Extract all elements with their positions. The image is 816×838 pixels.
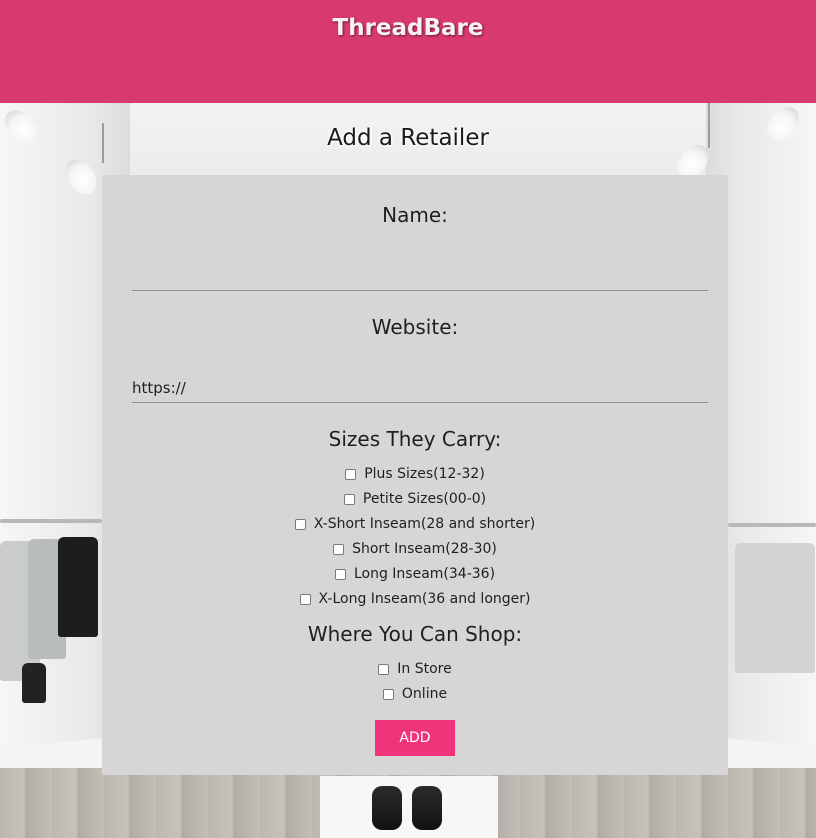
name-input[interactable] [132, 261, 708, 291]
checkbox[interactable] [343, 493, 355, 505]
size-option-plus[interactable]: Plus Sizes(12-32) [102, 464, 728, 484]
website-label: Website: [371, 315, 459, 339]
add-retailer-form: Name: Website: Sizes They Carry: Plus Si… [102, 175, 728, 775]
checkbox[interactable] [378, 663, 390, 675]
hanging-sweater [735, 543, 815, 673]
name-label: Name: [382, 203, 448, 227]
size-option-x-long-inseam[interactable]: X-Long Inseam(36 and longer) [102, 589, 728, 609]
add-button[interactable]: ADD [375, 720, 455, 756]
checkbox-label: X-Long Inseam(36 and longer) [318, 591, 531, 607]
page-title: Add a Retailer [327, 125, 489, 151]
hanging-jacket [58, 537, 98, 637]
checkbox[interactable] [345, 468, 357, 480]
sizes-label: Sizes They Carry: [328, 427, 502, 451]
size-option-x-short-inseam[interactable]: X-Short Inseam(28 and shorter) [102, 514, 728, 534]
hanging-pants [22, 663, 46, 703]
checkbox[interactable] [294, 518, 306, 530]
checkbox[interactable] [382, 688, 394, 700]
checkbox[interactable] [299, 593, 311, 605]
brand-logo-text[interactable]: ThreadBare [0, 15, 816, 41]
shoe-platform [320, 776, 498, 838]
clothing-rail-right [728, 523, 816, 527]
clothing-rail-left [0, 519, 102, 523]
size-option-petite[interactable]: Petite Sizes(00-0) [102, 489, 728, 509]
checkbox-label: Plus Sizes(12-32) [364, 466, 485, 482]
size-option-short-inseam[interactable]: Short Inseam(28-30) [102, 539, 728, 559]
shop-label: Where You Can Shop: [307, 622, 523, 646]
checkbox[interactable] [333, 543, 345, 555]
checkbox[interactable] [334, 568, 346, 580]
checkbox-label: X-Short Inseam(28 and shorter) [313, 516, 536, 532]
shop-option-online[interactable]: Online [102, 684, 728, 704]
checkbox-label: Short Inseam(28-30) [352, 541, 497, 557]
sneaker-icon [412, 786, 442, 830]
shop-option-in-store[interactable]: In Store [102, 659, 728, 679]
checkbox-label: Online [401, 686, 448, 702]
checkbox-label: Long Inseam(34-36) [353, 566, 496, 582]
sneaker-icon [372, 786, 402, 830]
site-header: ThreadBare [0, 0, 816, 103]
checkbox-label: In Store [397, 661, 452, 677]
checkbox-label: Petite Sizes(00-0) [362, 491, 487, 507]
website-input[interactable] [132, 373, 708, 403]
size-option-long-inseam[interactable]: Long Inseam(34-36) [102, 564, 728, 584]
